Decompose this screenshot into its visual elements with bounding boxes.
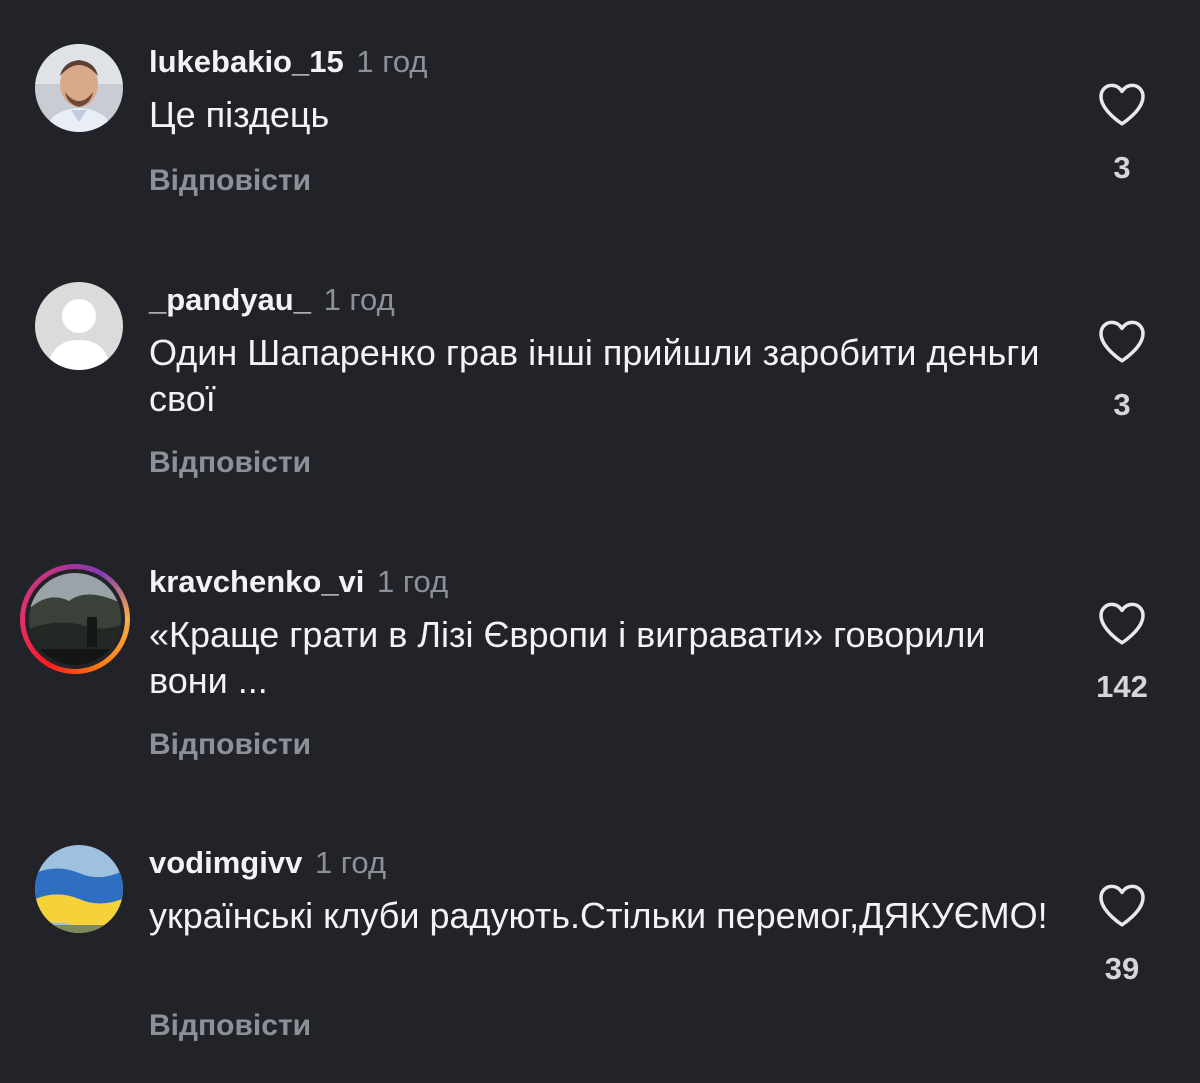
default-user-icon bbox=[35, 282, 123, 370]
avatar[interactable] bbox=[35, 845, 123, 933]
landscape-photo-icon bbox=[29, 573, 121, 665]
comment-text: «Краще грати в Лізі Європи і вигравати» … bbox=[149, 614, 986, 701]
timestamp: 1 год bbox=[314, 845, 387, 880]
timestamp: 1 год bbox=[377, 564, 449, 599]
avatar[interactable] bbox=[35, 44, 123, 132]
username[interactable]: kravchenko_vi bbox=[149, 564, 364, 599]
comment-text: Це піздець bbox=[149, 94, 330, 135]
heart-outline-icon bbox=[1099, 884, 1145, 927]
like-button[interactable] bbox=[1094, 595, 1150, 651]
like-button[interactable] bbox=[1094, 877, 1150, 933]
username[interactable]: _pandyau_ bbox=[149, 282, 311, 317]
comment-meta: kravchenko_vi 1 год bbox=[149, 562, 448, 602]
comment-text: українські клуби радують.Стільки перемог… bbox=[149, 895, 1048, 936]
comment-meta: lukebakio_15 1 год bbox=[149, 42, 427, 82]
ukraine-flag-icon bbox=[35, 845, 123, 933]
avatar[interactable] bbox=[35, 282, 123, 370]
like-count: 3 bbox=[1113, 387, 1131, 422]
comment-item: vodimgivv 1 год українські клуби радують… bbox=[0, 801, 1200, 1061]
comment-item: lukebakio_15 1 год Це піздець Відповісти… bbox=[0, 0, 1200, 260]
user-photo-icon bbox=[35, 44, 123, 132]
avatar-story-ring[interactable] bbox=[20, 564, 130, 674]
timestamp: 1 год bbox=[323, 282, 395, 317]
username[interactable]: vodimgivv bbox=[149, 845, 302, 880]
like-button[interactable] bbox=[1094, 313, 1150, 369]
comment-item: kravchenko_vi 1 год «Краще грати в Лізі … bbox=[0, 520, 1200, 780]
comment-item: _pandyau_ 1 год Один Шапаренко грав інші… bbox=[0, 238, 1200, 498]
reply-button[interactable]: Відповісти bbox=[149, 443, 311, 483]
reply-button[interactable]: Відповісти bbox=[149, 725, 311, 765]
heart-outline-icon bbox=[1099, 602, 1145, 645]
like-count: 142 bbox=[1096, 669, 1148, 704]
comment-meta: _pandyau_ 1 год bbox=[149, 280, 395, 320]
timestamp: 1 год bbox=[356, 44, 428, 79]
comment-text: Один Шапаренко грав інші прийшли заробит… bbox=[149, 332, 1040, 419]
heart-outline-icon bbox=[1099, 83, 1145, 126]
heart-outline-icon bbox=[1099, 320, 1145, 363]
reply-button[interactable]: Відповісти bbox=[149, 1006, 311, 1046]
like-button[interactable] bbox=[1094, 76, 1150, 132]
reply-button[interactable]: Відповісти bbox=[149, 161, 311, 201]
username[interactable]: lukebakio_15 bbox=[149, 44, 344, 79]
like-count: 39 bbox=[1104, 951, 1140, 986]
comment-meta: vodimgivv 1 год bbox=[149, 843, 386, 883]
like-count: 3 bbox=[1113, 150, 1131, 185]
